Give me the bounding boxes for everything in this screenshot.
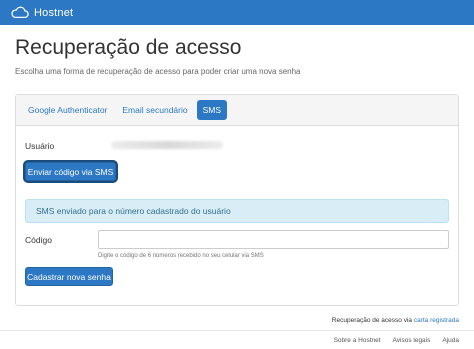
footer-link-about[interactable]: Sobre a Hostnet <box>334 337 381 344</box>
top-navbar: Hostnet <box>0 0 474 25</box>
sms-sent-alert: SMS enviado para o número cadastrado do … <box>25 199 449 223</box>
registered-letter-link[interactable]: carta registrada <box>414 317 459 324</box>
code-label: Código <box>25 235 52 245</box>
code-help-text: Digite o código de 6 números recebido no… <box>98 253 264 259</box>
page-subtitle: Escolha uma forma de recuperação de aces… <box>15 67 301 76</box>
recovery-alternative-text: Recuperação de acesso via <box>331 317 413 324</box>
recovery-alternative-note: Recuperação de acesso via carta registra… <box>332 317 459 324</box>
user-label: Usuário <box>25 141 55 151</box>
tab-email-secundario[interactable]: Email secundário <box>116 100 193 120</box>
brand-name: Hostnet <box>34 6 74 19</box>
brand-logo[interactable]: Hostnet <box>10 6 73 19</box>
sms-sent-alert-text: SMS enviado para o número cadastrado do … <box>36 206 231 216</box>
user-value-redacted <box>111 141 223 149</box>
code-input[interactable] <box>98 230 449 249</box>
footer-links: Sobre a Hostnet Avisos legais Ajuda <box>334 337 459 344</box>
footer-link-legal[interactable]: Avisos legais <box>393 337 431 344</box>
footer-divider <box>0 330 474 331</box>
send-sms-code-button[interactable]: Enviar código via SMS <box>25 162 116 181</box>
tab-sms[interactable]: SMS <box>196 100 228 120</box>
recovery-method-tabs: Google Authenticator Email secundário SM… <box>16 95 458 126</box>
page-title: Recuperação de acesso <box>15 36 242 59</box>
recovery-panel: Google Authenticator Email secundário SM… <box>15 94 459 306</box>
submit-new-password-button[interactable]: Cadastrar nova senha <box>25 267 113 286</box>
cloud-icon <box>11 6 29 19</box>
tab-google-authenticator[interactable]: Google Authenticator <box>22 100 113 120</box>
footer-link-help[interactable]: Ajuda <box>442 337 459 344</box>
